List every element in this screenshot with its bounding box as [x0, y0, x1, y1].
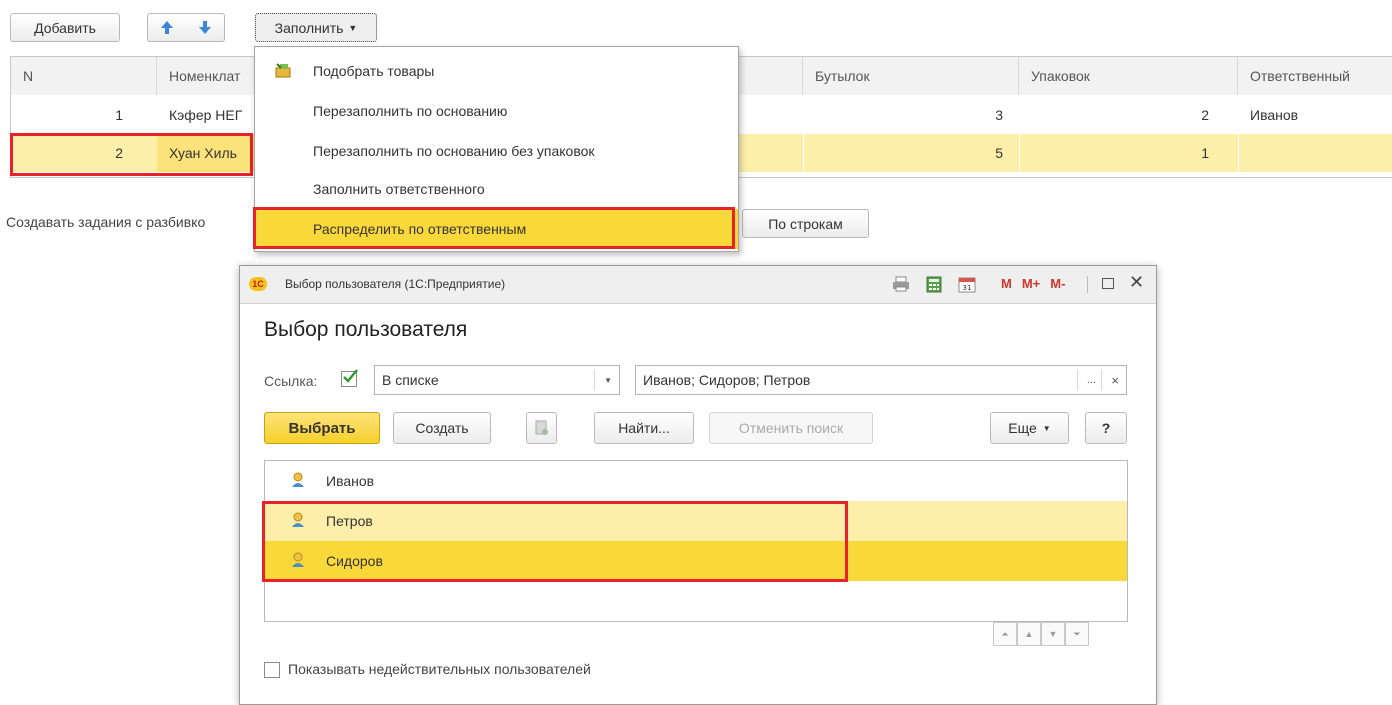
column-header-packs[interactable]: Упаковок [1019, 57, 1238, 95]
list-item[interactable]: Иванов [265, 461, 1127, 501]
move-up-icon[interactable] [160, 20, 174, 35]
dropdown-arrow-icon: ▼ [604, 375, 612, 385]
print-icon[interactable] [892, 276, 910, 292]
by-rows-label: По строкам [768, 215, 843, 232]
filter-checkbox[interactable] [341, 369, 358, 387]
menu-item-frame [253, 207, 735, 249]
scroll-down-icon[interactable]: ▼ [1041, 622, 1065, 646]
select-button[interactable]: Выбрать [264, 412, 380, 444]
fill-button[interactable]: Заполнить ▼ [255, 13, 377, 42]
clear-button[interactable]: × [1111, 373, 1119, 388]
app-logo-icon: 1С [249, 277, 267, 291]
move-buttons-group [147, 13, 225, 42]
dialog-titlebar: 1С Выбор пользователя (1С:Предприятие) 3… [240, 266, 1156, 304]
svg-text:31: 31 [963, 284, 972, 292]
calculator-icon[interactable] [926, 276, 942, 293]
filter-label: Ссылка: [264, 373, 318, 389]
checkmark-icon [343, 369, 358, 383]
row-packs: 1 [1201, 145, 1209, 161]
column-header-responsible[interactable]: Ответственный [1238, 57, 1392, 95]
pick-goods-icon [275, 63, 291, 78]
window-title: Выбор пользователя (1С:Предприятие) [285, 277, 506, 291]
memory-m-button[interactable]: M [1001, 276, 1012, 291]
menu-item-refill-by-base[interactable]: Перезаполнить по основанию [255, 91, 738, 131]
menu-item-refill-no-packs[interactable]: Перезаполнить по основанию без упаковок [255, 131, 738, 171]
user-icon [292, 472, 304, 487]
column-header-bottles[interactable]: Бутылок [803, 57, 1019, 95]
menu-item-pick-goods[interactable]: Подобрать товары [255, 51, 738, 91]
more-actions-button[interactable]: Еще ▼ [990, 412, 1069, 444]
maximize-icon[interactable] [1102, 278, 1114, 289]
cancel-search-button[interactable]: Отменить поиск [709, 412, 873, 444]
more-button[interactable]: ... [1087, 374, 1096, 386]
filter-value-field[interactable]: Иванов; Сидоров; Петров ... × [635, 365, 1127, 395]
copy-button[interactable] [526, 412, 557, 444]
memory-plus-button[interactable]: M+ [1022, 276, 1040, 291]
find-button[interactable]: Найти... [594, 412, 694, 444]
split-label: Создавать задания с разбивко [6, 214, 206, 230]
help-button[interactable]: ? [1085, 412, 1127, 444]
row-packs: 2 [1201, 107, 1209, 123]
calendar-icon[interactable]: 31 [958, 275, 976, 293]
memory-minus-button[interactable]: M- [1050, 276, 1065, 291]
field-divider [1077, 370, 1078, 390]
selected-row-frame [10, 133, 253, 176]
column-divider [1019, 134, 1020, 172]
column-divider [1238, 134, 1239, 172]
select-divider [594, 370, 595, 390]
scroll-to-top-icon[interactable]: ⏶ [993, 622, 1017, 646]
column-divider [803, 134, 804, 172]
add-button[interactable]: Добавить [10, 13, 120, 42]
scroll-to-bottom-icon[interactable]: ⏷ [1065, 622, 1089, 646]
row-number: 1 [115, 107, 123, 123]
field-divider [1101, 370, 1102, 390]
scroll-up-icon[interactable]: ▲ [1017, 622, 1041, 646]
show-invalid-checkbox[interactable] [264, 662, 280, 678]
close-icon[interactable]: ✕ [1129, 272, 1144, 293]
show-invalid-label: Показывать недействительных пользователе… [288, 661, 591, 677]
column-header-n[interactable]: N [11, 57, 157, 95]
by-rows-button[interactable]: По строкам [742, 209, 869, 238]
chevron-down-icon: ▼ [1042, 423, 1051, 433]
create-button[interactable]: Создать [393, 412, 491, 444]
filter-mode-select[interactable]: В списке ▼ [374, 365, 620, 395]
dialog-heading: Выбор пользователя [264, 318, 468, 341]
memory-buttons: M M+ M- [1001, 276, 1065, 291]
select-user-dialog: 1С Выбор пользователя (1С:Предприятие) 3… [239, 265, 1157, 705]
add-button-label: Добавить [34, 19, 96, 36]
row-bottles: 5 [995, 145, 1003, 161]
move-down-icon[interactable] [198, 20, 212, 35]
chevron-down-icon: ▼ [348, 22, 358, 33]
titlebar-divider [1087, 276, 1088, 293]
fill-button-label: Заполнить [274, 19, 344, 36]
row-responsible: Иванов [1250, 107, 1299, 123]
row-bottles: 3 [995, 107, 1003, 123]
menu-item-fill-responsible[interactable]: Заполнить ответственного [255, 169, 738, 209]
selected-users-frame [262, 501, 848, 582]
copy-icon [535, 420, 548, 435]
